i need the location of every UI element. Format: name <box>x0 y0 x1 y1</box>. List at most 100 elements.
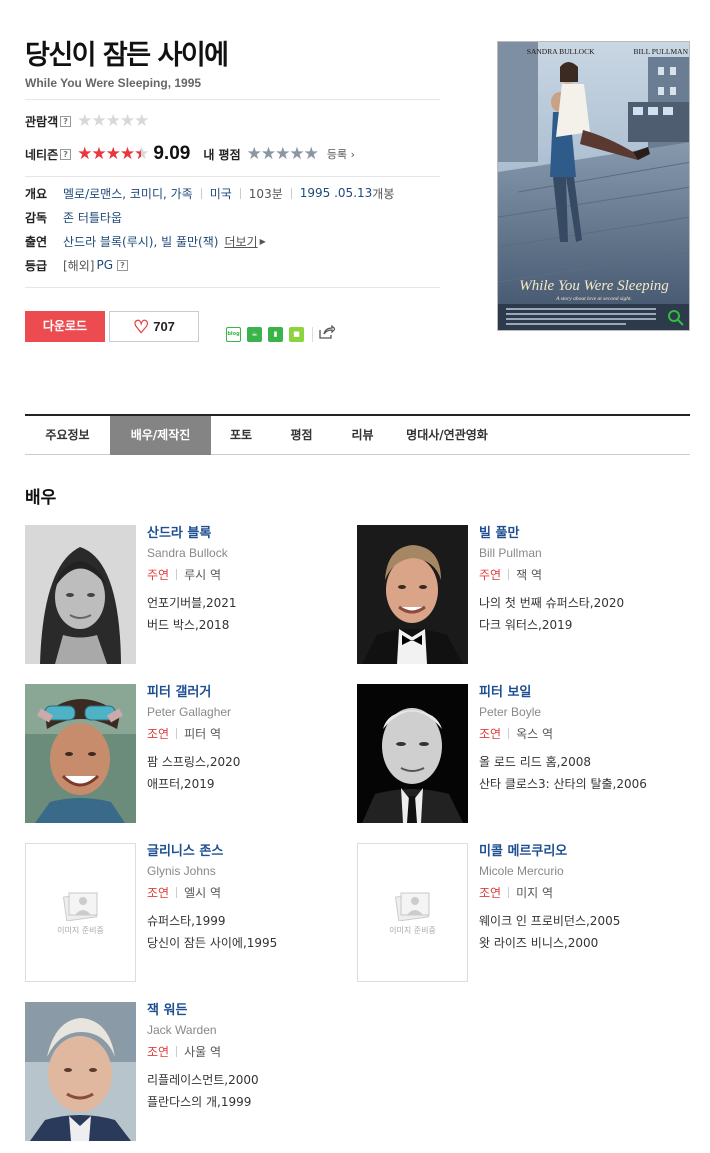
image-placeholder-icon <box>62 892 97 921</box>
filmography-item[interactable]: 팜 스프링스,2020 <box>147 751 347 773</box>
like-button[interactable]: ♡ 707 <box>109 311 199 342</box>
placeholder-text: 이미지 준비중 <box>389 926 436 935</box>
filmography-item[interactable]: 애프터,2019 <box>147 773 347 795</box>
actor-name[interactable]: 빌 풀만 <box>479 525 679 545</box>
character-name: 루시 역 <box>184 568 222 582</box>
actor-english-name: Micole Mercurio <box>479 864 564 878</box>
role-type: 조연 <box>479 727 502 741</box>
tab-review[interactable]: 리뷰 <box>332 416 393 455</box>
director-label: 감독 <box>25 210 48 225</box>
help-icon[interactable]: ? <box>117 259 128 271</box>
tab-main-info[interactable]: 주요정보 <box>25 416 110 455</box>
role-type: 조연 <box>147 727 170 741</box>
actor-english-name: Jack Warden <box>147 1023 217 1037</box>
netizen-score: 9.09 <box>153 143 191 164</box>
actor-photo[interactable] <box>25 684 136 823</box>
download-button[interactable]: 다운로드 <box>25 311 105 342</box>
genre-link[interactable]: 멜로/로맨스, 코미디, 가족 <box>63 185 193 202</box>
overview-label: 개요 <box>25 186 48 201</box>
grade-label: 등급 <box>25 258 48 273</box>
actor-name[interactable]: 미콜 메르쿠리오 <box>479 843 679 863</box>
poster-title: While You Were Sleeping <box>519 278 669 294</box>
filmography-item[interactable]: 올 로드 리드 홈,2008 <box>479 751 679 773</box>
audience-stars: ★★★★★ <box>77 111 149 131</box>
actor-photo[interactable] <box>25 1002 136 1141</box>
actor-name[interactable]: 피터 보일 <box>479 684 679 704</box>
band-share-icon[interactable]: ■ <box>289 326 304 342</box>
divider <box>25 99 440 100</box>
grade-link[interactable]: PG <box>96 258 113 272</box>
blog-share-icon[interactable]: blog <box>226 326 241 342</box>
filmography-item[interactable]: 웨이크 인 프로비던스,2005 <box>479 910 679 932</box>
help-icon[interactable]: ? <box>60 148 72 160</box>
share-icon[interactable] <box>319 324 336 343</box>
divider <box>25 287 440 288</box>
actor-name[interactable]: 글리니스 존스 <box>147 843 347 863</box>
audience-rating-row: 관람객 ? ★★★★★ <box>25 109 440 133</box>
character-name: 사울 역 <box>184 1045 222 1059</box>
netizen-stars: ★★★★★★ <box>77 144 149 164</box>
filmography-item[interactable]: 왓 라이즈 비니스,2000 <box>479 932 679 954</box>
director-link[interactable]: 존 터틀타웁 <box>63 209 122 226</box>
cast-label: 출연 <box>25 234 48 249</box>
filmography-item[interactable]: 산타 클로스3: 산타의 탈출,2006 <box>479 773 679 795</box>
cafe-share-icon[interactable]: ☕ <box>247 326 262 342</box>
actor-name[interactable]: 피터 갤러거 <box>147 684 347 704</box>
release-date-link[interactable]: 1995 .05.13 <box>300 186 373 200</box>
actor-photo[interactable] <box>357 525 468 664</box>
role-type: 조연 <box>147 886 170 900</box>
role-type: 주연 <box>147 568 170 582</box>
actor-english-name: Bill Pullman <box>479 546 542 560</box>
country-link[interactable]: 미국 <box>210 185 232 202</box>
cast-card: 피터 갤러거 Peter Gallagher 조연 피터 역 팜 스프링스,20… <box>25 684 335 824</box>
like-count: 707 <box>153 319 175 334</box>
audience-label: 관람객 <box>25 114 59 129</box>
role-type: 주연 <box>479 568 502 582</box>
tab-rating[interactable]: 평점 <box>271 416 332 455</box>
netizen-rating-row: 네티즌 ? ★★★★★★ 9.09 내 평점 ★★★★★ 등록 › <box>25 142 440 166</box>
actor-photo-placeholder[interactable]: 이미지 준비중 <box>357 843 468 982</box>
netizen-label: 네티즌 <box>25 147 59 162</box>
filmography-item[interactable]: 플란다스의 개,1999 <box>147 1091 347 1113</box>
page-title: 당신이 잠든 사이에 <box>25 40 229 71</box>
filmography-item[interactable]: 언포기버블,2021 <box>147 592 347 614</box>
character-name: 옥스 역 <box>516 727 554 741</box>
actor-photo[interactable] <box>357 684 468 823</box>
bookmark-share-icon[interactable]: ▮ <box>268 326 283 342</box>
my-rating-stars[interactable]: ★★★★★ <box>247 145 319 163</box>
actor-photo[interactable] <box>25 525 136 664</box>
role-type: 조연 <box>147 1045 170 1059</box>
cast-link[interactable]: 산드라 블록(루시), 빌 풀만(잭) <box>63 233 218 250</box>
filmography-item[interactable]: 버드 박스,2018 <box>147 614 347 636</box>
cast-card: 이미지 준비중 미콜 메르쿠리오 Micole Mercurio 조연 미지 역… <box>357 843 667 983</box>
role-type: 조연 <box>479 886 502 900</box>
actor-english-name: Peter Gallagher <box>147 705 232 719</box>
more-cast-link[interactable]: 더보기 <box>224 233 257 250</box>
tab-photo[interactable]: 포토 <box>211 416 271 455</box>
share-bar: blog ☕ ▮ ■ <box>226 324 336 343</box>
cast-card: 잭 워든 Jack Warden 조연 사울 역 리플레이스먼트,2000 플란… <box>25 1002 335 1142</box>
tab-quotes-related[interactable]: 명대사/연관영화 <box>393 416 501 455</box>
filmography-item[interactable]: 당신이 잠든 사이에,1995 <box>147 932 347 954</box>
actor-photo-placeholder[interactable]: 이미지 준비중 <box>25 843 136 982</box>
register-rating-link[interactable]: 등록 › <box>327 146 355 162</box>
filmography-item[interactable]: 나의 첫 번째 슈퍼스타,2020 <box>479 592 679 614</box>
movie-poster[interactable]: SANDRA BULLOCK BILL PULLMAN While You We… <box>497 41 690 331</box>
filmography-item[interactable]: 슈퍼스타,1999 <box>147 910 347 932</box>
filmography-item[interactable]: 리플레이스먼트,2000 <box>147 1069 347 1091</box>
chevron-right-icon: › <box>347 148 355 161</box>
character-name: 잭 역 <box>516 568 542 582</box>
cast-card: 이미지 준비중 글리니스 존스 Glynis Johns 조연 엘시 역 슈퍼스… <box>25 843 335 983</box>
help-icon[interactable]: ? <box>60 115 72 127</box>
actor-name[interactable]: 산드라 블록 <box>147 525 347 545</box>
placeholder-text: 이미지 준비중 <box>57 926 104 935</box>
poster-actor2: BILL PULLMAN <box>633 47 688 56</box>
runtime: 103분 <box>248 186 283 201</box>
cast-card: 빌 풀만 Bill Pullman 주연 잭 역 나의 첫 번째 슈퍼스타,20… <box>357 525 667 665</box>
divider <box>25 176 440 177</box>
filmography-item[interactable]: 다크 워터스,2019 <box>479 614 679 636</box>
actor-name[interactable]: 잭 워든 <box>147 1002 347 1022</box>
tab-cast-crew[interactable]: 배우/제작진 <box>110 416 211 455</box>
cast-card: 산드라 블록 Sandra Bullock 주연 루시 역 언포기버블,2021… <box>25 525 335 665</box>
heart-icon: ♡ <box>133 316 150 337</box>
